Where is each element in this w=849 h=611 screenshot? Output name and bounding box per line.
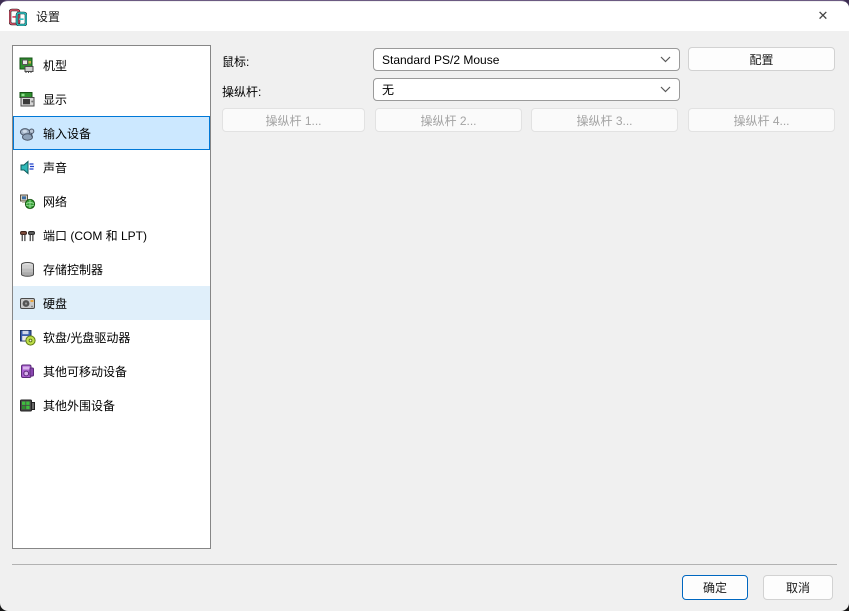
sidebar-item-machine[interactable]: 机型 xyxy=(13,48,210,82)
sidebar-item-label: 机型 xyxy=(43,57,67,74)
sidebar-item-display[interactable]: 显示 xyxy=(13,82,210,116)
joystick-label: 操纵杆: xyxy=(222,83,261,100)
titlebar: 设置 ✕ xyxy=(0,2,849,31)
sidebar-item-label: 输入设备 xyxy=(43,125,91,142)
sidebar-item-network[interactable]: 网络 xyxy=(13,184,210,218)
mouse-select-value: Standard PS/2 Mouse xyxy=(382,53,499,67)
sidebar-item-label: 声音 xyxy=(43,159,67,176)
close-icon: ✕ xyxy=(818,8,829,24)
input-devices-icon xyxy=(19,125,36,142)
floppy-cd-icon xyxy=(19,329,36,346)
settings-dialog: 设置 ✕ 机型 显 xyxy=(0,0,849,611)
sidebar-item-label: 存储控制器 xyxy=(43,261,103,278)
sidebar-item-peripherals[interactable]: 其他外围设备 xyxy=(13,388,210,422)
joystick-2-button: 操纵杆 2... xyxy=(375,108,522,132)
sidebar-item-floppy-cd[interactable]: 软盘/光盘驱动器 xyxy=(13,320,210,354)
mouse-label: 鼠标: xyxy=(222,53,249,70)
mouse-select[interactable]: Standard PS/2 Mouse xyxy=(373,48,680,71)
chevron-down-icon xyxy=(660,86,671,93)
footer-separator xyxy=(12,564,837,565)
sidebar-item-sound[interactable]: 声音 xyxy=(13,150,210,184)
joystick-3-button: 操纵杆 3... xyxy=(531,108,678,132)
sound-icon xyxy=(19,159,36,176)
hard-disk-icon xyxy=(19,295,36,312)
86box-logo-icon xyxy=(9,8,27,26)
removable-devices-icon xyxy=(19,363,36,380)
sidebar-item-label: 软盘/光盘驱动器 xyxy=(43,329,130,346)
sidebar-item-storage-controllers[interactable]: 存储控制器 xyxy=(13,252,210,286)
sidebar-item-label: 端口 (COM 和 LPT) xyxy=(43,227,147,244)
settings-category-list: 机型 显示 输入设备 xyxy=(12,45,211,549)
sidebar-item-label: 其他外围设备 xyxy=(43,397,115,414)
configure-button[interactable]: 配置 xyxy=(688,47,835,71)
ok-button[interactable]: 确定 xyxy=(682,575,748,600)
joystick-select-value: 无 xyxy=(382,81,394,98)
cancel-button[interactable]: 取消 xyxy=(763,575,833,600)
joystick-1-button: 操纵杆 1... xyxy=(222,108,365,132)
sidebar-item-label: 其他可移动设备 xyxy=(43,363,127,380)
peripherals-icon xyxy=(19,397,36,414)
sidebar-item-ports[interactable]: 端口 (COM 和 LPT) xyxy=(13,218,210,252)
close-button[interactable]: ✕ xyxy=(801,2,845,30)
sidebar-item-label: 显示 xyxy=(43,91,67,108)
window-title: 设置 xyxy=(36,8,60,25)
joystick-4-button: 操纵杆 4... xyxy=(688,108,835,132)
network-icon xyxy=(19,193,36,210)
ports-icon xyxy=(19,227,36,244)
sidebar-item-label: 硬盘 xyxy=(43,295,67,312)
machine-icon xyxy=(19,57,36,74)
sidebar-item-label: 网络 xyxy=(43,193,67,210)
sidebar-item-hard-disks[interactable]: 硬盘 xyxy=(13,286,210,320)
sidebar-item-removable-devices[interactable]: 其他可移动设备 xyxy=(13,354,210,388)
display-icon xyxy=(19,91,36,108)
sidebar-item-input-devices[interactable]: 输入设备 xyxy=(13,116,210,150)
joystick-select[interactable]: 无 xyxy=(373,78,680,101)
chevron-down-icon xyxy=(660,56,671,63)
storage-controllers-icon xyxy=(19,261,36,278)
